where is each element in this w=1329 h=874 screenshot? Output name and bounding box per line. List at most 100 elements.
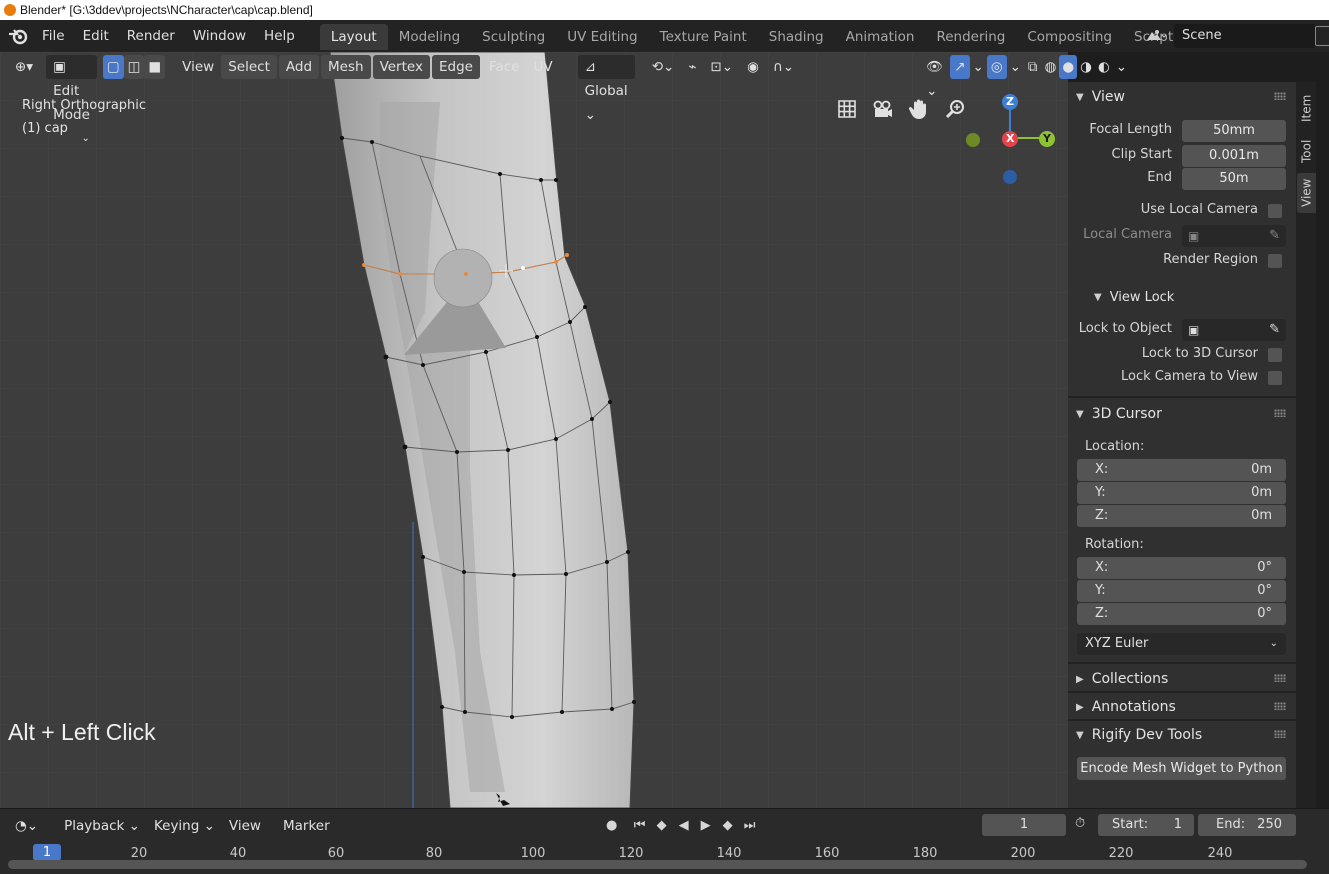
xray-toggle-icon[interactable]: ⧉ <box>1024 55 1042 79</box>
timeline-ruler[interactable]: 20 40 60 80 100 120 140 160 180 200 220 … <box>0 842 1329 874</box>
view-panel-header[interactable]: ▼ View <box>1068 84 1296 110</box>
menu-view[interactable]: View <box>175 55 221 79</box>
rendered-shading-icon[interactable]: ◐ <box>1095 55 1113 79</box>
blender-logo-icon[interactable] <box>7 25 29 47</box>
encode-mesh-widget-button[interactable]: Encode Mesh Widget to Python <box>1077 757 1286 780</box>
solid-shading-icon[interactable]: ● <box>1059 55 1078 79</box>
menu-face[interactable]: Face <box>482 55 527 79</box>
scene-name-field[interactable]: Scene <box>1174 24 1316 48</box>
location-z-field[interactable]: Z: 0m <box>1077 505 1286 527</box>
timeline-scrollbar[interactable] <box>8 860 1307 869</box>
menu-help[interactable]: Help <box>255 24 304 48</box>
eyedropper-icon[interactable]: ✎ <box>1269 228 1280 243</box>
tab-sculpting[interactable]: Sculpting <box>471 24 556 50</box>
jump-to-end-icon[interactable]: ⏭ <box>739 815 761 837</box>
zoom-icon[interactable] <box>940 96 970 122</box>
playhead-frame-indicator[interactable]: 1 <box>33 844 61 861</box>
timeline-editor-type-icon[interactable]: ◔⌄ <box>8 814 45 838</box>
lock-camera-to-view-checkbox[interactable] <box>1268 371 1282 385</box>
sidebar-tab-item[interactable]: Item <box>1297 88 1316 128</box>
menu-mesh[interactable]: Mesh <box>321 55 371 79</box>
tab-modeling[interactable]: Modeling <box>388 24 471 50</box>
tab-animation[interactable]: Animation <box>835 24 926 50</box>
annotations-panel-header[interactable]: ▶ Annotations <box>1068 694 1296 720</box>
rotation-x-field[interactable]: X: 0° <box>1077 557 1286 579</box>
scene-selector-icon[interactable] <box>1142 24 1170 48</box>
use-local-camera-checkbox[interactable] <box>1268 204 1282 218</box>
lock-to-object-field[interactable]: ▣ ✎ <box>1182 319 1286 341</box>
camera-view-icon[interactable] <box>868 96 898 122</box>
clip-start-field[interactable]: 0.001m <box>1182 145 1286 167</box>
chevron-down-icon[interactable]: ⌄ <box>1113 55 1130 79</box>
drag-grip-icon[interactable] <box>1274 702 1286 710</box>
drag-grip-icon[interactable] <box>1274 674 1286 682</box>
play-icon[interactable]: ▶ <box>695 815 717 837</box>
wireframe-shading-icon[interactable]: ◍ <box>1042 55 1060 79</box>
lock-to-3d-cursor-checkbox[interactable] <box>1268 348 1282 362</box>
3d-viewport[interactable]: Z X Y <box>0 52 1068 808</box>
menu-vertex[interactable]: Vertex <box>372 55 430 79</box>
tab-layout[interactable]: Layout <box>319 24 388 50</box>
end-frame-field[interactable]: End: 250 <box>1198 814 1296 836</box>
vertex-select-icon[interactable]: ▢ <box>102 55 124 79</box>
pivot-point-icon[interactable]: ⟲⌄ <box>645 55 682 79</box>
menu-select[interactable]: Select <box>221 55 277 79</box>
location-y-field[interactable]: Y: 0m <box>1077 482 1286 504</box>
focal-length-field[interactable]: 50mm <box>1182 120 1286 142</box>
rotation-mode-dropdown[interactable]: XYZ Euler ⌄ <box>1077 633 1286 655</box>
play-reverse-icon[interactable]: ◀ <box>673 815 695 837</box>
visibility-icon[interactable]: 👁⌄ <box>919 55 950 99</box>
tab-shading[interactable]: Shading <box>758 24 835 50</box>
menu-playback[interactable]: Playback ⌄ <box>57 814 147 838</box>
menu-render[interactable]: Render <box>118 24 184 48</box>
render-region-checkbox[interactable] <box>1268 254 1282 268</box>
menu-marker[interactable]: Marker <box>276 814 337 838</box>
gizmo-y-label[interactable]: Y <box>1043 132 1051 145</box>
pan-hand-icon[interactable] <box>904 96 934 122</box>
menu-add[interactable]: Add <box>278 55 320 79</box>
edge-select-icon[interactable]: ◫ <box>123 55 145 79</box>
tab-uv-editing[interactable]: UV Editing <box>556 24 648 50</box>
chevron-down-icon[interactable]: ⌄ <box>970 55 987 79</box>
local-camera-field[interactable]: ▣ ✎ <box>1182 225 1286 247</box>
menu-timeline-view[interactable]: View <box>222 814 268 838</box>
menu-edit[interactable]: Edit <box>74 24 118 48</box>
overlays-toggle-icon[interactable]: ◎ <box>986 55 1007 79</box>
sidebar-tab-view[interactable]: View <box>1297 173 1316 213</box>
rigify-dev-tools-header[interactable]: ▼ Rigify Dev Tools <box>1068 722 1296 748</box>
view-lock-header[interactable]: ▼ View Lock <box>1068 284 1296 310</box>
menu-uv[interactable]: UV <box>526 55 559 79</box>
gizmo-toggle-icon[interactable]: ↗ <box>950 55 970 79</box>
jump-to-keyframe-back-icon[interactable]: ◆ <box>651 815 673 837</box>
drag-grip-icon[interactable] <box>1274 92 1286 100</box>
tab-rendering[interactable]: Rendering <box>925 24 1016 50</box>
stopwatch-icon[interactable]: ⏱ <box>1075 816 1095 836</box>
gizmo-z-label[interactable]: Z <box>1006 95 1014 108</box>
proportional-edit-icon[interactable]: ◉ <box>740 55 766 79</box>
clip-end-field[interactable]: 50m <box>1182 168 1286 190</box>
start-frame-field[interactable]: Start: 1 <box>1098 814 1194 836</box>
jump-to-start-icon[interactable]: ⏮ <box>629 815 651 837</box>
chevron-down-icon[interactable]: ⌄ <box>1007 55 1024 79</box>
eyedropper-icon[interactable]: ✎ <box>1269 322 1280 337</box>
transform-orientation-dropdown[interactable]: ⊿ Global ⌄ <box>577 55 635 123</box>
menu-keying[interactable]: Keying ⌄ <box>147 814 222 838</box>
snap-toggle-icon[interactable]: ⌁ <box>681 55 703 79</box>
menu-window[interactable]: Window <box>184 24 255 48</box>
mode-selector[interactable]: ▣ Edit Mode ⌄ <box>46 55 97 144</box>
rotation-y-field[interactable]: Y: 0° <box>1077 580 1286 602</box>
location-x-field[interactable]: X: 0m <box>1077 459 1286 481</box>
drag-grip-icon[interactable] <box>1274 730 1286 738</box>
editor-type-icon[interactable]: ⊕▾ <box>8 55 40 79</box>
snap-target-icon[interactable]: ⊡⌄ <box>703 55 740 79</box>
material-shading-icon[interactable]: ◑ <box>1077 55 1095 79</box>
jump-to-keyframe-forward-icon[interactable]: ◆ <box>717 815 739 837</box>
rotation-z-field[interactable]: Z: 0° <box>1077 603 1286 625</box>
falloff-icon[interactable]: ∩⌄ <box>766 55 801 79</box>
grid-view-icon[interactable] <box>832 96 862 122</box>
face-select-icon[interactable]: ■ <box>144 55 166 79</box>
3d-cursor-panel-header[interactable]: ▼ 3D Cursor <box>1068 401 1296 427</box>
menu-file[interactable]: File <box>33 24 74 48</box>
menu-edge[interactable]: Edge <box>431 55 480 79</box>
tab-texture-paint[interactable]: Texture Paint <box>649 24 758 50</box>
